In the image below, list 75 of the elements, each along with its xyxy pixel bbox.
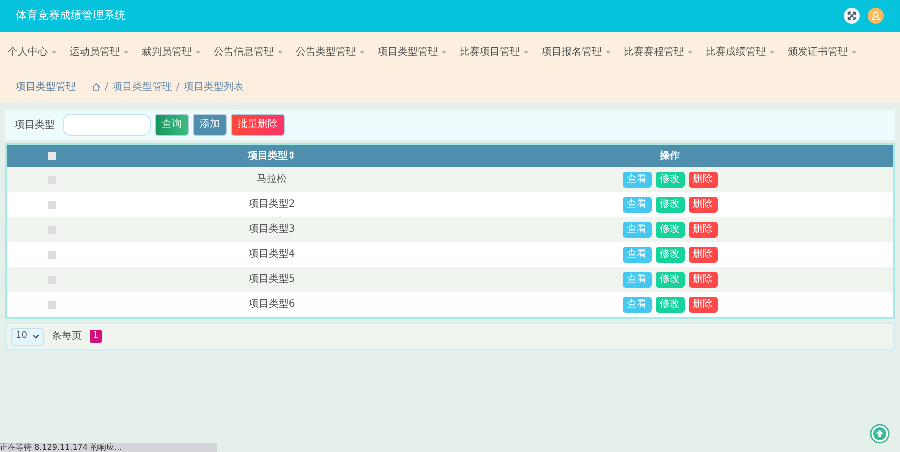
- caret-icon: [360, 50, 365, 54]
- row-checkbox[interactable]: [48, 250, 56, 258]
- delete-button[interactable]: 删除: [688, 246, 718, 262]
- search-button[interactable]: 查询: [155, 114, 189, 136]
- menu-item[interactable]: 公告信息管理: [214, 44, 283, 60]
- view-button[interactable]: 查看: [622, 246, 652, 262]
- caret-icon: [52, 50, 57, 54]
- caret-icon: [124, 50, 129, 54]
- view-button[interactable]: 查看: [622, 222, 652, 238]
- row-checkbox[interactable]: [48, 200, 56, 208]
- row-checkbox[interactable]: [48, 226, 56, 234]
- caret-icon: [442, 50, 447, 54]
- view-button[interactable]: 查看: [622, 296, 652, 312]
- caret-icon: [196, 50, 201, 54]
- row-checkbox[interactable]: [48, 276, 56, 284]
- edit-button[interactable]: 修改: [656, 246, 684, 262]
- column-header[interactable]: 项目类型⇕: [248, 150, 296, 162]
- menu-item[interactable]: 项目报名管理: [542, 44, 611, 60]
- edit-button[interactable]: 修改: [656, 296, 684, 312]
- breadcrumb-separator: /: [105, 80, 108, 94]
- column-header: 操作: [660, 150, 680, 162]
- fullscreen-icon[interactable]: [844, 8, 860, 24]
- menu-item[interactable]: 比赛项目管理: [460, 44, 529, 60]
- caret-icon: [524, 50, 529, 54]
- add-button[interactable]: 添加: [193, 114, 227, 136]
- edit-button[interactable]: 修改: [656, 172, 684, 188]
- search-field[interactable]: [63, 114, 151, 136]
- table-cell: 马拉松: [257, 174, 287, 185]
- delete-button[interactable]: 删除: [688, 222, 718, 238]
- row-checkbox[interactable]: [48, 300, 56, 308]
- table-cell: 项目类型3: [248, 224, 296, 235]
- table-cell: 项目类型6: [248, 299, 296, 310]
- field-label: 项目类型: [15, 118, 55, 132]
- menu-item[interactable]: 公告类型管理: [296, 44, 365, 60]
- row-checkbox[interactable]: [48, 176, 56, 184]
- menu-item[interactable]: 比赛成绩管理: [706, 44, 775, 60]
- caret-icon: [770, 50, 775, 54]
- view-button[interactable]: 查看: [622, 196, 652, 212]
- menu-item[interactable]: 颁发证书管理: [788, 44, 857, 60]
- table-cell: 项目类型2: [248, 199, 296, 210]
- menu-item[interactable]: 运动员管理: [70, 44, 129, 60]
- edit-button[interactable]: 修改: [656, 222, 684, 238]
- menu-item[interactable]: 比赛赛程管理: [624, 44, 693, 60]
- delete-button[interactable]: 删除: [688, 196, 718, 212]
- back-to-top-icon[interactable]: [870, 424, 890, 444]
- caret-icon: [852, 50, 857, 54]
- table-cell: 项目类型4: [248, 249, 296, 260]
- delete-button[interactable]: 删除: [688, 272, 718, 288]
- edit-button[interactable]: 修改: [656, 196, 684, 212]
- table-cell: 项目类型5: [248, 274, 296, 285]
- page-size-select[interactable]: 10: [11, 328, 44, 346]
- breadcrumb-separator: /: [176, 80, 180, 94]
- menu-item[interactable]: 个人中心: [8, 44, 57, 60]
- edit-button[interactable]: 修改: [656, 272, 684, 288]
- view-button[interactable]: 查看: [622, 272, 652, 288]
- page-size-label: 条每页: [52, 330, 82, 344]
- user-icon[interactable]: [868, 8, 884, 24]
- menu-item[interactable]: 项目类型管理: [378, 44, 447, 60]
- delete-button[interactable]: 删除: [688, 296, 718, 312]
- select-all-checkbox[interactable]: [48, 152, 56, 160]
- delete-button[interactable]: 删除: [688, 172, 718, 188]
- status-text: 正在等待 8.129.11.174 的响应...: [0, 443, 217, 452]
- caret-icon: [688, 50, 693, 54]
- app-title: 体育竞赛成绩管理系统: [16, 8, 126, 24]
- caret-icon: [606, 50, 611, 54]
- page-button[interactable]: 1: [90, 330, 102, 344]
- breadcrumb-link[interactable]: 项目类型列表: [184, 80, 244, 94]
- caret-icon: [278, 50, 283, 54]
- breadcrumb-link[interactable]: 项目类型管理: [112, 80, 172, 94]
- view-button[interactable]: 查看: [622, 172, 652, 188]
- home-icon[interactable]: [92, 82, 101, 92]
- chevron-down-icon: [33, 334, 39, 338]
- batch-delete-button[interactable]: 批量删除: [231, 114, 285, 136]
- page-title: 项目类型管理: [16, 80, 76, 94]
- menu-item[interactable]: 裁判员管理: [142, 44, 201, 60]
